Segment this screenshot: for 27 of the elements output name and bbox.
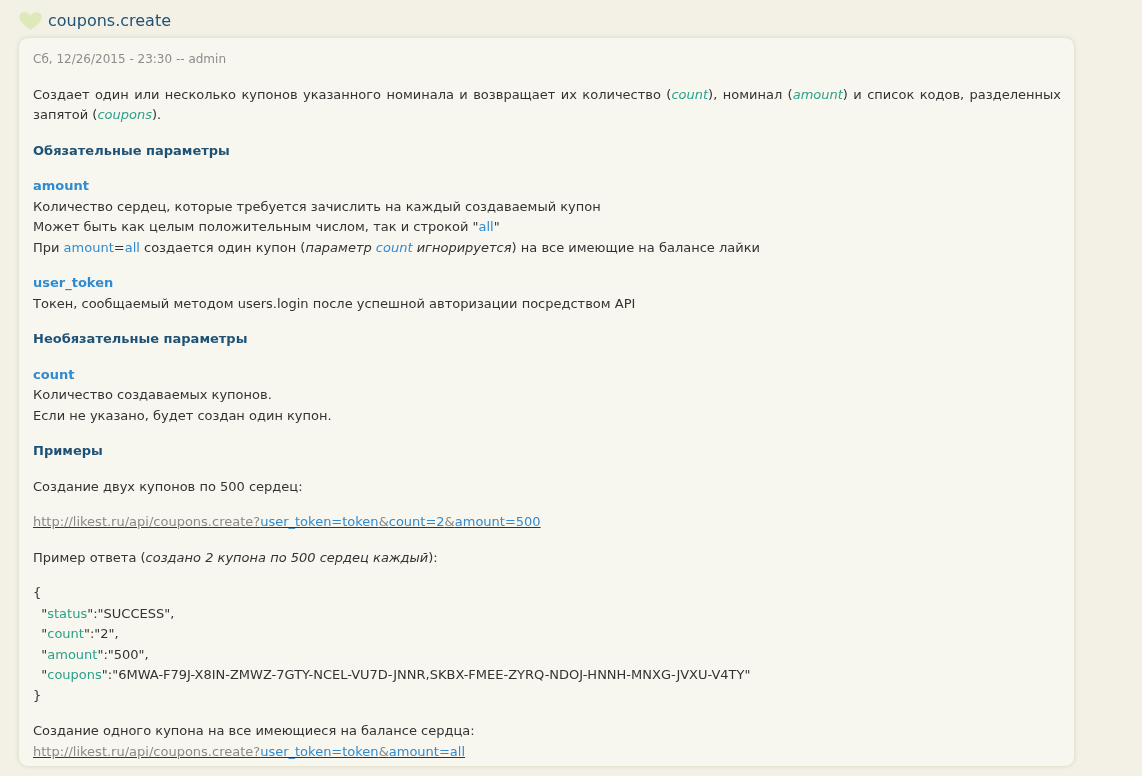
post-meta: Сб, 12/26/2015 - 23:30 -- admin (33, 51, 227, 68)
parameter-description: Количество сердец, которые требуется зачислить на каждый создаваемый купон (33, 197, 601, 216)
code-line: "amount":"500", (40, 645, 149, 664)
parameter-name: amount (33, 177, 90, 195)
parameter-description: Если не указано, будет создан один купон. (33, 406, 332, 425)
page-title: coupons.create (48, 10, 172, 32)
paragraph: Создает один или несколько купонов указанного номинала и возвращает их количество (count), номинал (amount) и список кодов, разделенных запятой (coupons). (33, 85, 1061, 124)
section-heading: Обязательные параметры (33, 141, 231, 160)
section-heading: Необязательные параметры (33, 330, 249, 348)
api-url-link[interactable]: http://likest.ru/api/coupons.create?user_token=token&amount=all (33, 741, 465, 762)
parameter-name: count (33, 365, 76, 384)
paragraph: Создание одного купона на все имеющиеся на балансе сердца: (33, 722, 475, 740)
heart-icon (18, 11, 43, 31)
parameter-description: Может быть как целым положительным числом, так и строкой "all" (33, 218, 500, 236)
parameter-description: Токен, сообщаемый методом users.login после успешной авторизации посредством API (33, 294, 636, 313)
code-line: { (33, 584, 42, 602)
code-line: "coupons":"6MWA-F79J-X8IN-ZMWZ-7GTY-NCEL-VU7D-JNNR,SKBX-FMEE-ZYRQ-NDOJ-HNNH-MNXG-JVXU-V4TY" (40, 666, 751, 684)
parameter-name: user_token (33, 274, 115, 293)
code-line: "status":"SUCCESS", (40, 604, 175, 623)
section-heading: Примеры (33, 442, 104, 460)
code-line: "count":"2", (40, 625, 119, 643)
paragraph: Создание двух купонов по 500 сердец: (33, 477, 303, 496)
api-url-link[interactable]: http://likest.ru/api/coupons.create?user_token=token&count=2&amount=500 (33, 512, 541, 533)
parameter-description: При amount=all создается один купон (параметр count игнорируется) на все имеющие на балансе лайки (33, 238, 760, 257)
paragraph: Пример ответа (создано 2 купона по 500 сердец каждый): (33, 548, 438, 567)
parameter-description: Количество создаваемых купонов. (33, 386, 272, 404)
code-line: } (33, 686, 42, 705)
